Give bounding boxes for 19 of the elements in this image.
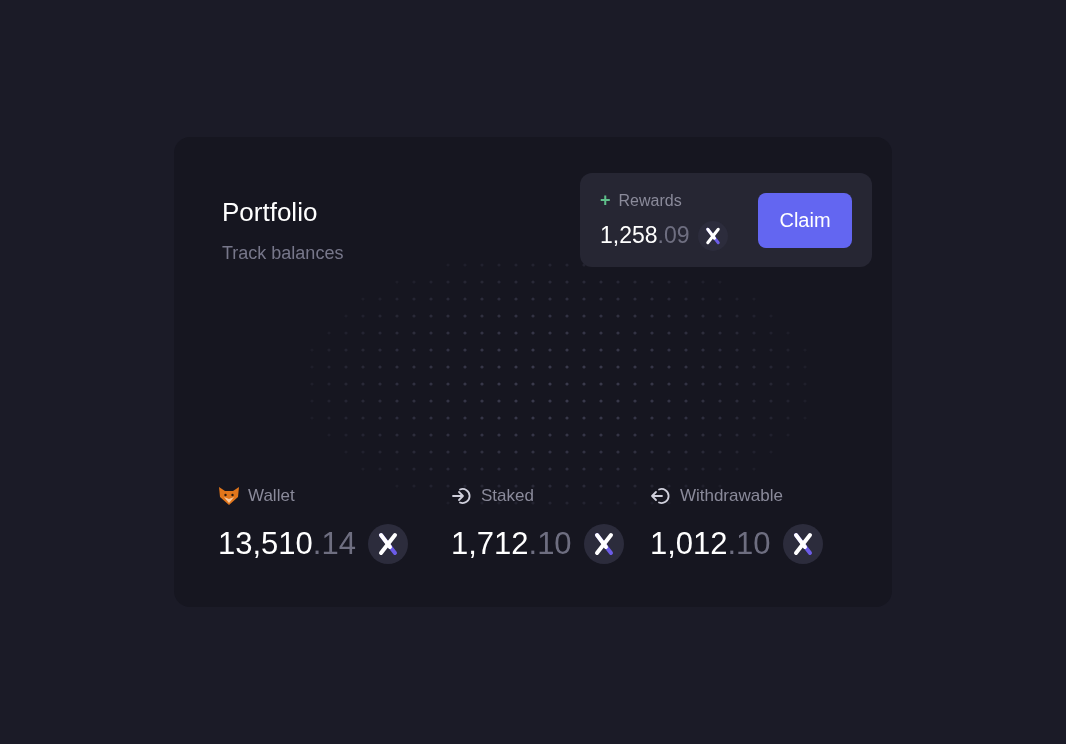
logout-icon bbox=[649, 485, 672, 506]
token-logo-icon bbox=[782, 523, 823, 564]
amount: 1,712.10 bbox=[450, 524, 572, 563]
balance-label: Wallet bbox=[248, 485, 295, 507]
balance-label: Withdrawable bbox=[679, 485, 783, 507]
title: Portfolio bbox=[222, 196, 319, 229]
claim-button[interactable]: Claim bbox=[758, 192, 852, 248]
subtitle: Track balances bbox=[222, 242, 344, 265]
login-icon bbox=[450, 485, 473, 506]
token-logo-icon bbox=[697, 220, 728, 251]
balance-label: Staked bbox=[480, 485, 534, 507]
token-logo-icon bbox=[367, 523, 408, 564]
amount: 1,258.09 bbox=[600, 221, 690, 251]
amount: 13,510.14 bbox=[218, 524, 356, 563]
plus-icon: + bbox=[600, 187, 611, 215]
amount: 1,012.10 bbox=[649, 524, 771, 563]
token-logo-icon bbox=[583, 523, 624, 564]
fox-icon bbox=[218, 485, 240, 506]
rewards-label: Rewards bbox=[618, 190, 682, 211]
